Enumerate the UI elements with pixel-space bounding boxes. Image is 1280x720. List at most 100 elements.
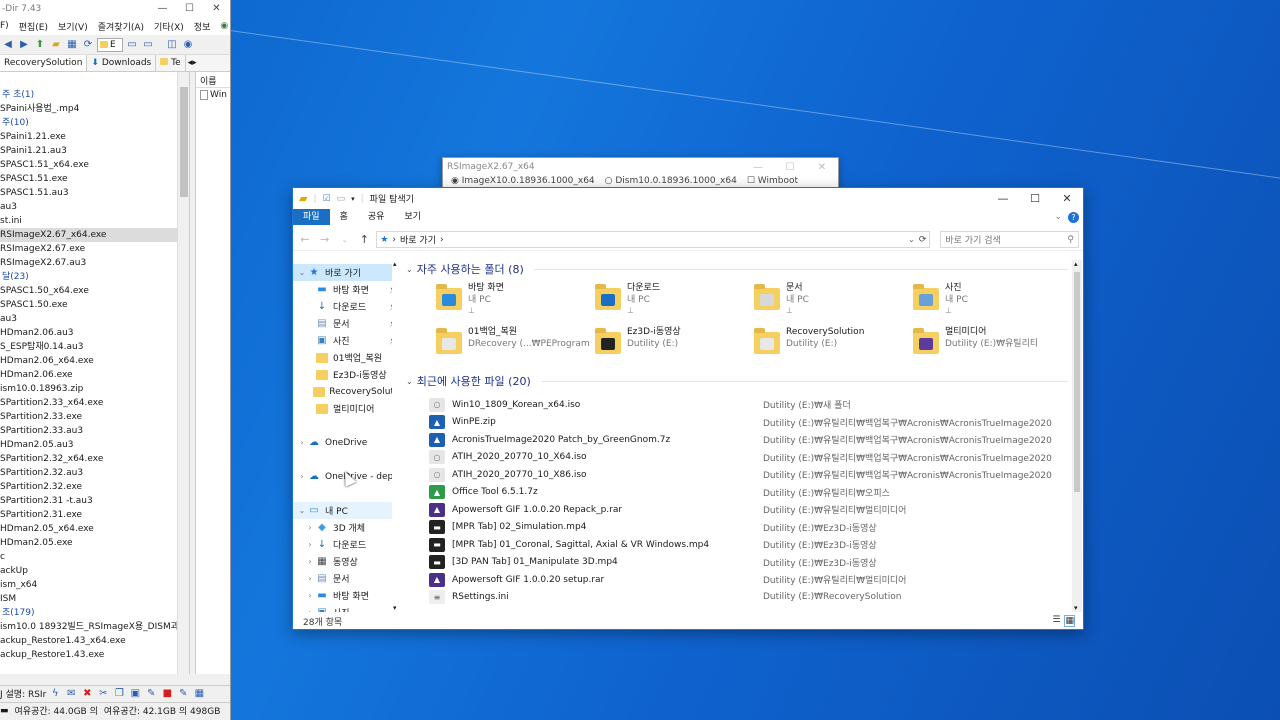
nav-item[interactable]: › ▦ 동영상 (293, 553, 402, 570)
expand-icon[interactable]: › (305, 591, 315, 600)
maximize-icon[interactable]: ☐ (1019, 192, 1051, 205)
list-item[interactable]: HDman2.06.exe (0, 368, 189, 382)
recent-file-row[interactable]: ▲ Apowersoft GIF 1.0.0.20 setup.rar Dutili… (406, 571, 1068, 589)
option-dism[interactable]: ○ Dism10.0.18936.1000_x64 (605, 176, 737, 186)
nav-scrollbar[interactable]: ▴ ▾ (392, 260, 402, 612)
list-item[interactable]: ISM (0, 592, 189, 606)
frequent-folder-tile[interactable]: 멀티미디어 Dutility (E:)₩유틸리티 (911, 326, 1068, 364)
list-item[interactable]: HDman2.05.au3 (0, 438, 189, 452)
nav-item[interactable]: ↓다운로드📌 (293, 298, 402, 315)
list-item[interactable]: HDman2.05_x64.exe (0, 522, 189, 536)
list-item[interactable]: RSImageX2.67.exe (0, 242, 189, 256)
stop-icon[interactable]: ■ (160, 687, 174, 701)
nav-item[interactable]: › ↓ 다운로드 (293, 536, 402, 553)
nav-item[interactable]: ›▣ 사진 (293, 604, 402, 612)
list-item[interactable]: ism10.0 18932빌드_RSImageX용_DISM과Image (0, 620, 189, 634)
tab-downloads[interactable]: ⬇ Downloads (87, 55, 157, 71)
address-bar[interactable]: ★ › 바로 가기 › ⌄ ⟳ (376, 231, 931, 248)
edit-icon[interactable]: ✎ (176, 687, 190, 701)
edit-icon[interactable]: ✎ (144, 687, 158, 701)
expand-icon[interactable]: › (305, 574, 315, 583)
minimize-icon[interactable]: — (742, 162, 774, 173)
expand-icon[interactable]: › (297, 438, 307, 447)
list-item[interactable]: SPartition2.32_x64.exe (0, 452, 189, 466)
nav-item[interactable]: › ▬ 바탕 화면 (293, 587, 402, 604)
qdir-file-list[interactable]: 주 초(1) SPaini사용법_.mp4 주(10) SPaini1.21.exe S… (0, 72, 190, 674)
group-header[interactable]: 조(179) (0, 606, 189, 620)
recent-file-row[interactable]: ○ Win10_1809_Korean_x64.iso Dutility (E:)₩… (406, 396, 1068, 414)
file-explorer-window[interactable]: ▰ | ☑ ▭ ▾ | 파일 탐색기 — ☐ ✕ 파일 홈 공유 보기 ⌄ ? … (292, 187, 1084, 630)
frequent-folder-tile[interactable]: 바탕 화면 내 PC ⊥ (434, 282, 593, 320)
recent-file-row[interactable]: ▬ [MPR Tab] 02_Simulation.mp4 Dutility (E:… (406, 519, 1068, 537)
nav-item[interactable]: › ▤ 문서 (293, 570, 402, 587)
recent-file-row[interactable]: ▲ Office Tool 6.5.1.7z Dutility (E:)₩유틸리티₩… (406, 484, 1068, 502)
list-item[interactable]: SPartition2.32.au3 (0, 466, 189, 480)
group-header[interactable]: 주(10) (0, 116, 189, 130)
nav-item[interactable]: RecoverySolutio (293, 383, 402, 400)
nav-item[interactable]: Ez3D-i동영상 (293, 366, 402, 383)
chevron-down-icon[interactable]: ▾ (351, 195, 355, 203)
view-icon[interactable]: ▦ (65, 38, 79, 52)
nav-item[interactable]: 01백업_복원 (293, 349, 402, 366)
up-icon[interactable]: ↑ (356, 233, 372, 246)
menu-item[interactable]: 즐겨찾기(A) (98, 20, 144, 33)
close-icon[interactable]: ✕ (203, 3, 230, 14)
tab-file[interactable]: 파일 (293, 209, 330, 225)
list-item[interactable]: SPaini사용법_.mp4 (0, 102, 189, 116)
list-item[interactable]: au3 (0, 312, 189, 326)
details-view-icon[interactable]: ☰ (1052, 615, 1060, 627)
expand-icon[interactable]: › (297, 472, 307, 481)
tiles-view-icon[interactable]: ▦ (1064, 615, 1075, 627)
list-item[interactable]: SPaini1.21.exe (0, 130, 189, 144)
list-item[interactable]: c (0, 550, 189, 564)
list-item[interactable]: RSImageX2.67_x64.exe (0, 228, 189, 242)
explorer-titlebar[interactable]: ▰ | ☑ ▭ ▾ | 파일 탐색기 — ☐ ✕ (293, 188, 1083, 209)
menu-item[interactable]: 기타(X) (154, 20, 184, 33)
list-item[interactable]: HDman2.06.au3 (0, 326, 189, 340)
list-item[interactable]: SPASC1.50_x64.exe (0, 284, 189, 298)
qdir-right-pane[interactable]: 이름 Win (195, 72, 230, 674)
back-icon[interactable]: ← (297, 233, 313, 246)
content-scrollbar[interactable]: ▴ ▾ (1072, 260, 1082, 612)
list-item[interactable]: SPartition2.32.exe (0, 480, 189, 494)
mail-icon[interactable]: ✉ (64, 687, 78, 701)
frequent-folder-tile[interactable]: 사진 내 PC ⊥ (911, 282, 1068, 320)
recent-file-row[interactable]: ≡ RSettings.ini Dutility (E:)₩RecoverySolu… (406, 589, 1068, 607)
properties-icon[interactable]: ☑ (323, 194, 331, 204)
recent-file-row[interactable]: ○ ATIH_2020_20770_10_X86.iso Dutility (E:)… (406, 466, 1068, 484)
recent-file-row[interactable]: ▲ Apowersoft GIF 1.0.0.20 Repack_p.rar Dut… (406, 501, 1068, 519)
lightning-icon[interactable]: ϟ (48, 687, 62, 701)
paste-icon[interactable]: ▣ (128, 687, 142, 701)
expand-icon[interactable]: ⌄ (297, 268, 307, 277)
back-icon[interactable]: ◀ (1, 38, 15, 52)
scroll-down-icon[interactable]: ▾ (393, 604, 397, 612)
expand-icon[interactable]: › (305, 608, 315, 612)
nav-item[interactable]: ▬바탕 화면📌 (293, 281, 402, 298)
delete-icon[interactable]: ✖ (80, 687, 94, 701)
nav-item[interactable]: ▤문서📌 (293, 315, 402, 332)
address-box[interactable]: E (97, 37, 123, 52)
group-header[interactable]: 주 초(1) (0, 88, 189, 102)
content-pane[interactable]: ⌄ 자주 사용하는 폴더 (8) 바탕 화면 내 PC ⊥ 다운로드 내 PC ⊥ 문서 내 … (406, 260, 1068, 612)
nav-item[interactable]: ▣사진📌 (293, 332, 402, 349)
globe-icon[interactable]: ◉ (181, 38, 195, 52)
expand-icon[interactable]: ⌄ (297, 506, 307, 515)
maximize-icon[interactable]: ☐ (176, 3, 203, 14)
expand-icon[interactable]: › (305, 523, 315, 532)
recent-file-row[interactable]: ▲ WinPE.zip Dutility (E:)₩유틸리티₩백업복구₩Acroni… (406, 414, 1068, 432)
recent-file-row[interactable]: ○ ATIH_2020_20770_10_X64.iso Dutility (E:)… (406, 449, 1068, 467)
list-item[interactable]: SPASC1.51_x64.exe (0, 158, 189, 172)
list-item[interactable]: HDman2.05.exe (0, 536, 189, 550)
list-item[interactable]: ackup_Restore1.43.exe (0, 648, 189, 662)
refresh-icon[interactable]: ⟳ (919, 235, 927, 245)
tab-te[interactable]: Te (156, 55, 186, 71)
list-item[interactable]: SPartition2.33_x64.exe (0, 396, 189, 410)
nav-item[interactable]: › ☁ OneDrive (293, 434, 402, 451)
frequent-folder-tile[interactable]: 01백업_복원 DRecovery (...₩PEProgram (434, 326, 593, 364)
monitor-icon[interactable]: ▭ (125, 38, 139, 52)
new-folder-icon[interactable]: ▭ (337, 194, 346, 204)
nav-item[interactable]: 멀티미디어 (293, 400, 402, 417)
list-item[interactable]: HDman2.06_x64.exe (0, 354, 189, 368)
maximize-icon[interactable]: ☐ (774, 162, 806, 173)
menu-item[interactable]: F) (0, 21, 9, 31)
